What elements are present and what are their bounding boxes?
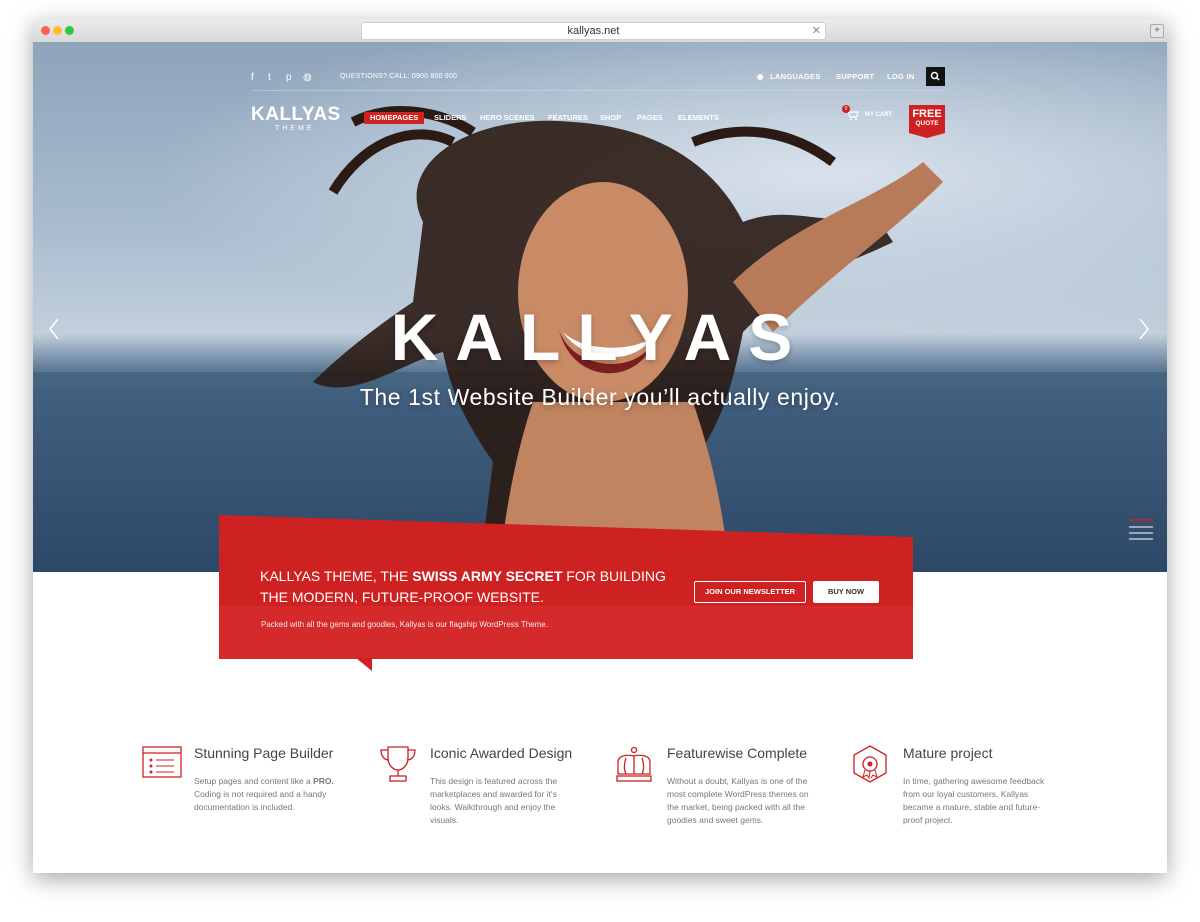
join-newsletter-button[interactable]: JOIN OUR NEWSLETTER bbox=[694, 581, 806, 603]
new-tab-button[interactable]: + bbox=[1150, 24, 1164, 38]
site-logo[interactable]: KALLYAS bbox=[251, 104, 341, 126]
search-icon bbox=[930, 71, 940, 81]
nav-homepages[interactable]: HOMEPAGES bbox=[364, 112, 425, 124]
cart-label[interactable]: MY CART bbox=[865, 112, 892, 118]
promo-box-pointer bbox=[356, 658, 372, 671]
facebook-icon[interactable]: f bbox=[251, 72, 254, 83]
site-logo-sub: THEME bbox=[275, 125, 315, 132]
nav-elements[interactable]: ELEMENTS bbox=[678, 112, 719, 124]
feature-title-1: Stunning Page Builder bbox=[194, 745, 334, 761]
feature-text-1a: Setup pages and content like a bbox=[194, 776, 314, 786]
minimize-window-button[interactable] bbox=[53, 26, 62, 35]
free-quote-line2: QUOTE bbox=[915, 120, 939, 127]
badge-icon bbox=[853, 745, 887, 783]
promo-box-bottom bbox=[219, 606, 913, 659]
promo-description: Packed with all the gems and goodies, Ka… bbox=[261, 620, 548, 629]
address-bar[interactable]: kallyas.net ✕ bbox=[361, 22, 826, 40]
feature-text-1b: Coding is not required and a handy docum… bbox=[194, 789, 327, 812]
nav-sliders[interactable]: SLIDERS bbox=[434, 112, 467, 124]
hero-subtitle: The 1st Website Builder you’ll actually … bbox=[359, 384, 841, 410]
feature-title-2: Iconic Awarded Design bbox=[430, 745, 573, 761]
instagram-icon[interactable]: ◍ bbox=[303, 72, 312, 83]
topbar-divider bbox=[251, 90, 945, 91]
login-link[interactable]: LOG IN bbox=[887, 72, 915, 81]
cart-count-badge: 0 bbox=[842, 105, 850, 113]
maximize-window-button[interactable] bbox=[65, 26, 74, 35]
pinterest-icon[interactable]: p bbox=[286, 72, 292, 83]
nav-hero-scenes[interactable]: HERO SCENES bbox=[480, 112, 535, 124]
topbar-phone: QUESTIONS? CALL: 0900 800 900 bbox=[340, 73, 458, 80]
free-quote-button[interactable]: FREE QUOTE bbox=[909, 105, 945, 138]
buy-now-button[interactable]: BUY NOW bbox=[813, 581, 879, 603]
browser-titlebar: kallyas.net ✕ + bbox=[33, 19, 1167, 43]
feature-text-3: Without a doubt, Kallyas is one of the m… bbox=[667, 776, 809, 825]
slider-prev-arrow-icon[interactable] bbox=[47, 317, 61, 341]
nav-features[interactable]: FEATURES bbox=[548, 112, 588, 124]
promo-title: KALLYAS THEME, THE SWISS ARMY SECRET FOR… bbox=[260, 566, 680, 608]
feature-title-3: Featurewise Complete bbox=[667, 745, 808, 761]
slider-next-arrow-icon[interactable] bbox=[1137, 317, 1151, 341]
clear-url-icon[interactable]: ✕ bbox=[812, 23, 821, 39]
free-quote-line1: FREE bbox=[912, 108, 942, 120]
languages-link[interactable]: LANGUAGES bbox=[770, 72, 821, 81]
feature-text-1-bold: PRO. bbox=[313, 776, 334, 786]
promo-title-bold: SWISS ARMY SECRET bbox=[412, 568, 563, 584]
slider-menu-icon[interactable] bbox=[1129, 519, 1153, 543]
address-text: kallyas.net bbox=[567, 25, 620, 37]
search-button[interactable] bbox=[926, 67, 945, 86]
nav-shop[interactable]: SHOP bbox=[600, 112, 621, 124]
trophy-icon bbox=[380, 746, 416, 782]
hero-title: KALLYAS bbox=[390, 300, 810, 374]
crown-icon bbox=[616, 746, 652, 782]
feature-text-4: In time, gathering awesome feedback from… bbox=[903, 776, 1045, 825]
support-link[interactable]: SUPPORT bbox=[836, 72, 874, 81]
twitter-icon[interactable]: t bbox=[268, 72, 271, 83]
feature-text-1: Setup pages and content like a PRO. Codi… bbox=[194, 775, 344, 814]
close-window-button[interactable] bbox=[41, 26, 50, 35]
feature-text-2: This design is featured across the marke… bbox=[430, 776, 558, 825]
hero-slider: f t p ◍ QUESTIONS? CALL: 0900 800 900 ◉ … bbox=[33, 42, 1167, 572]
globe-icon: ◉ bbox=[757, 72, 764, 81]
nav-pages[interactable]: PAGES bbox=[637, 112, 663, 124]
promo-title-part1: KALLYAS THEME, THE bbox=[260, 568, 413, 584]
page-builder-icon bbox=[142, 746, 182, 778]
feature-title-4: Mature project bbox=[903, 745, 993, 761]
